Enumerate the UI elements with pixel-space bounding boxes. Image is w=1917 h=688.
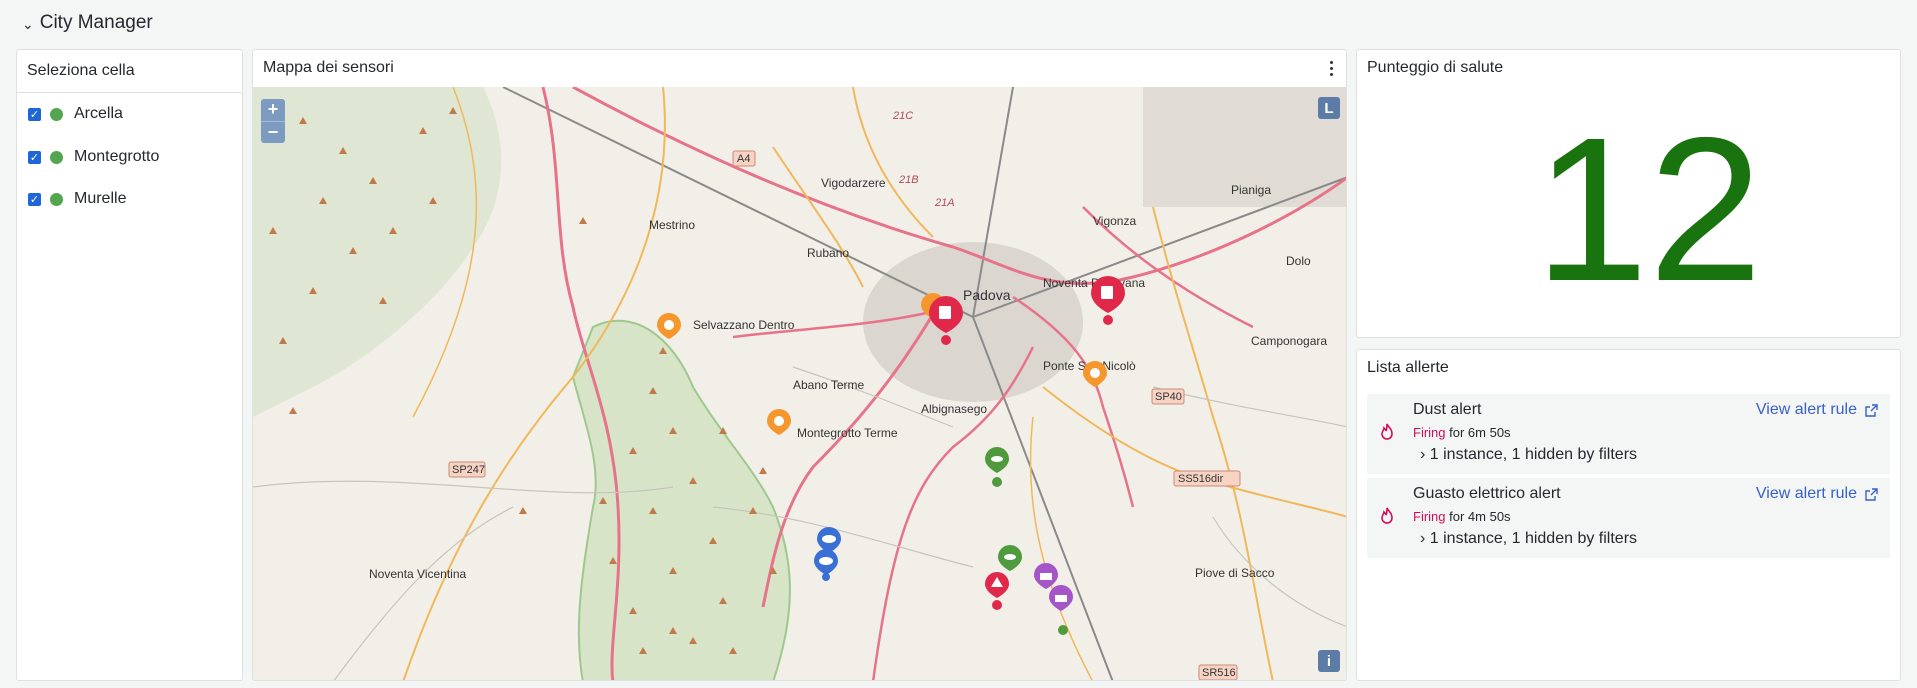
alert-name: Dust alert [1413,401,1482,418]
fuel-marker[interactable] [1091,276,1125,325]
chevron-down-icon[interactable]: ⌄ [22,16,34,33]
alert-duration: for 4m 50s [1449,509,1511,524]
fire-icon [1381,507,1393,524]
sun-marker[interactable] [1083,361,1107,387]
map-info-button[interactable]: i [1318,650,1340,672]
place-label: Dolo [1286,254,1311,268]
place-label: Pianiga [1231,183,1271,197]
cell-item-murelle[interactable]: ✓ Murelle [28,188,126,210]
road-label: 21B [898,174,919,186]
panel-title: Mappa dei sensori [263,59,394,76]
road-label: SP40 [1155,391,1182,403]
alert-instances-toggle[interactable]: › 1 instance, 1 hidden by filters [1420,446,1637,464]
status-dot [50,107,63,121]
place-label: Noventa Vicentina [369,567,467,581]
cell-label: Arcella [74,105,123,122]
place-label: Vigodarzere [821,176,886,190]
link-label: View alert rule [1755,401,1857,418]
place-label: Piove di Sacco [1195,566,1275,580]
place-label: Rubano [807,246,849,260]
place-label: Padova [963,287,1011,303]
alert-instances: 1 instance, 1 hidden by filters [1429,446,1638,463]
road-label: SP247 [452,464,485,476]
chevron-right-icon: › [1420,446,1426,463]
row-header[interactable]: ⌄ City Manager [22,10,153,36]
road-label: SS516dir [1178,473,1224,485]
alert-name: Guasto elettrico alert [1413,485,1561,502]
factory-marker[interactable] [1049,585,1073,611]
road-label: A4 [737,153,750,165]
checkbox[interactable]: ✓ [28,150,41,164]
place-label: Abano Terme [793,378,864,392]
sun-marker[interactable] [657,313,681,339]
layer-switch-button[interactable]: L [1318,97,1340,119]
warning-marker[interactable] [985,572,1009,610]
view-alert-rule-link[interactable]: View alert rule [1756,401,1878,419]
status-dot [50,150,63,164]
alert-item: Dust alert Firing for 6m 50s › 1 instanc… [1367,394,1890,474]
zoom-control: + − [261,99,285,143]
alert-duration: for 6m 50s [1449,425,1511,440]
cell-item-arcella[interactable]: ✓ Arcella [28,103,123,125]
link-label: View alert rule [1755,485,1857,502]
cell-label: Montegrotto [74,148,160,165]
place-label: Selvazzano Dentro [693,318,795,332]
health-score-value: 12 [1534,95,1763,324]
alert-state: Firing for 6m 50s [1413,425,1511,440]
cloud-marker[interactable] [817,527,841,553]
panel-menu-icon[interactable] [1324,59,1338,77]
alert-list-panel: Lista allerte Dust alert Firing for 6m 5… [1356,349,1901,681]
map-tiles: Vigodarzere Pianiga Vigonza Mestrino Rub… [253,87,1346,680]
health-score-panel: Punteggio di salute 12 [1356,49,1901,338]
divider [17,92,242,93]
alert-status: Firing [1413,509,1446,524]
road-label: 21C [892,110,913,122]
alert-item: Guasto elettrico alert Firing for 4m 50s… [1367,478,1890,558]
cell-label: Murelle [74,190,127,207]
checkbox[interactable]: ✓ [28,192,41,206]
place-label: Camponogara [1251,334,1327,348]
row-title: City Manager [39,12,153,33]
cloud-marker[interactable] [814,549,838,581]
cell-item-montegrotto[interactable]: ✓ Montegrotto [28,146,159,168]
panel-title: Seleziona cella [27,62,135,79]
cell-selector-panel: Seleziona cella ✓ Arcella ✓ Montegrotto … [16,49,243,681]
external-link-icon [1865,403,1878,417]
panel-title: Lista allerte [1367,359,1449,376]
leaf-marker[interactable] [998,545,1022,571]
panel-title: Punteggio di salute [1367,59,1504,76]
alert-instances: 1 instance, 1 hidden by filters [1429,530,1638,547]
place-label: Vigonza [1093,214,1136,228]
alert-instances-toggle[interactable]: › 1 instance, 1 hidden by filters [1420,530,1637,548]
place-label: Mestrino [649,218,695,232]
fire-icon [1381,423,1393,440]
sun-marker[interactable] [767,409,791,435]
checkbox[interactable]: ✓ [28,107,41,121]
sensor-map-panel: Mappa dei sensori Vigodarzere Pianiga Vi… [252,49,1347,681]
alert-status: Firing [1413,425,1446,440]
chevron-right-icon: › [1420,530,1426,547]
place-label: Montegrotto Terme [797,426,898,440]
alert-state: Firing for 4m 50s [1413,509,1511,524]
zoom-out-button[interactable]: − [261,121,285,143]
zoom-in-button[interactable]: + [261,99,285,121]
road-label: 21A [934,197,955,209]
road-label: SR516 [1202,667,1236,679]
leaf-marker[interactable] [985,447,1009,487]
leaf-marker[interactable] [1058,625,1068,635]
view-alert-rule-link[interactable]: View alert rule [1756,485,1878,503]
place-label: Albignasego [921,402,987,416]
factory-marker[interactable] [1034,563,1058,589]
external-link-icon [1865,487,1878,501]
status-dot [50,192,63,206]
map-canvas[interactable]: Vigodarzere Pianiga Vigonza Mestrino Rub… [253,87,1346,680]
